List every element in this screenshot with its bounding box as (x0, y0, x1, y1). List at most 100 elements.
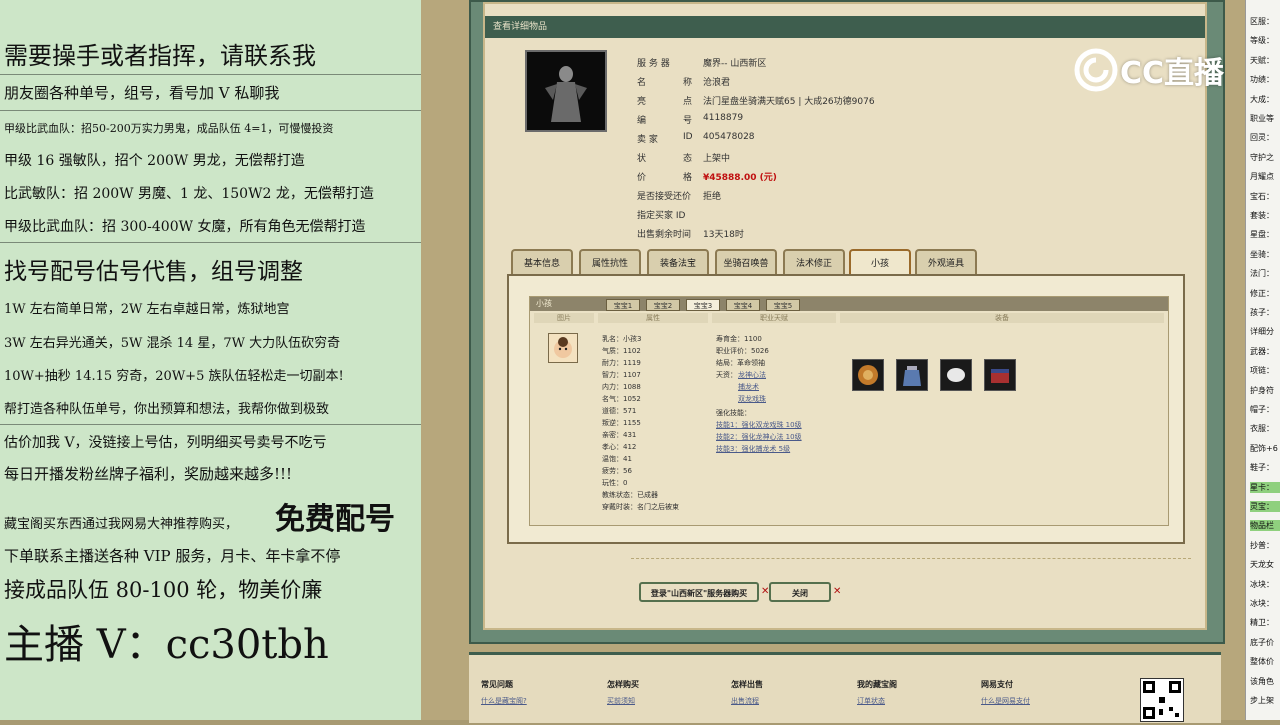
info-value: 4118879 (703, 113, 744, 123)
info-label2: 号 (683, 116, 693, 126)
stat-line: 温饱：41 (602, 455, 632, 463)
info-label2: 称 (683, 78, 693, 88)
side-panel-item: 守护之 (1250, 152, 1274, 162)
footer-column: 常见问题 什么是藏宝阁? (481, 679, 527, 706)
overlay-line: 甲级 16 强敏队，招个 200W 男龙，无偿帮打造 (4, 153, 305, 169)
subtab-baby3[interactable]: 宝宝3 (686, 299, 720, 311)
tab-mounts-pets[interactable]: 坐骑召唤兽 (715, 249, 777, 275)
tab-spell-mods[interactable]: 法术修正 (783, 249, 845, 275)
column-header-equipment: 装备 (840, 313, 1164, 323)
cc-logo-icon (1074, 48, 1118, 92)
tab-appearance[interactable]: 外观道具 (915, 249, 977, 275)
side-panel-item: 灵宝： (1250, 501, 1280, 512)
side-panel-item: 项链： (1250, 366, 1274, 376)
footer-column: 网易支付 什么是网易支付 (981, 679, 1030, 706)
footer-column: 我的藏宝阁 订单状态 (857, 679, 897, 706)
talent-link[interactable]: 双龙戏珠 (738, 395, 766, 404)
price-value: ¥45888.00 (元) (703, 173, 777, 183)
info-value: 沧浪君 (703, 78, 731, 88)
info-value: 13天18时 (703, 230, 744, 240)
column-header-image: 图片 (534, 313, 594, 323)
divider (0, 242, 421, 243)
tab-children[interactable]: 小孩 (849, 249, 911, 275)
stat-line: 疲劳：56 (602, 467, 632, 475)
info-value: 405478028 (703, 132, 755, 142)
talent-link[interactable]: 龙神心法 (738, 371, 766, 380)
skill-link[interactable]: 技能1：强化双龙戏珠 10级 (716, 421, 802, 430)
shield-equip-icon[interactable] (852, 359, 884, 391)
side-panel-item: 法门： (1250, 269, 1274, 279)
tab-attributes[interactable]: 属性抗性 (579, 249, 641, 275)
login-server-buy-button[interactable]: 登录"山西新区"服务器购买 (639, 582, 759, 602)
side-panel-item: 等级： (1250, 36, 1274, 46)
footer-link[interactable]: 什么是网易支付 (981, 696, 1030, 706)
box-equip-icon[interactable] (984, 359, 1016, 391)
footer-link[interactable]: 什么是藏宝阁? (481, 696, 527, 706)
stat-line: 智力：1107 (602, 371, 641, 379)
info-label: 价 (637, 173, 647, 183)
subtab-baby1[interactable]: 宝宝1 (606, 299, 640, 311)
skill-link[interactable]: 技能2：强化龙神心法 10级 (716, 433, 802, 442)
talent-link[interactable]: 捕龙术 (738, 383, 759, 392)
footer-heading: 怎样出售 (731, 680, 763, 689)
side-panel-item: 坐骑： (1250, 249, 1274, 259)
side-panel-item: 月耀点 (1250, 172, 1274, 182)
divider (631, 558, 1191, 559)
side-panel-item: 套装： (1250, 211, 1274, 220)
overlay-line: 接成品队伍 80-100 轮，物美价廉 (4, 578, 323, 602)
bottle-equip-icon[interactable] (896, 359, 928, 391)
side-panel-item: 职业等 (1250, 114, 1274, 123)
divider (0, 74, 421, 75)
stream-overlay-panel: 需要操手或者指挥，请联系我 朋友圈各种单号，组号，看号加 V 私聊我 甲级比武血… (0, 0, 421, 720)
footer-heading: 怎样购买 (607, 680, 639, 689)
side-panel-item: 底子价 (1250, 637, 1274, 647)
side-panel-item: 天龙女 (1250, 560, 1274, 570)
skill-link[interactable]: 技能3：强化捕龙术 5级 (716, 445, 790, 454)
column-header-career: 职业天赋 (712, 313, 836, 323)
info-label2: ID (683, 132, 693, 142)
info-label: 亮 (637, 97, 647, 107)
footer-column: 怎样购买 买前须知 (607, 679, 639, 706)
career-line: 寿育金：1100 (716, 335, 762, 343)
info-value: 拒绝 (703, 192, 722, 202)
info-label: 服 务 器 (637, 59, 670, 69)
side-panel-item: 该角色 (1250, 676, 1274, 686)
overlay-line: 甲级比武血队：招50-200万实力男鬼，成品队伍 4=1，可慢慢投资 (4, 122, 334, 135)
stat-line: 内力：1088 (602, 383, 641, 391)
footer-link[interactable]: 买前须知 (607, 696, 639, 706)
side-panel-item: 冰块： (1250, 599, 1274, 608)
info-label: 名 (637, 78, 647, 88)
info-label2: 态 (683, 154, 693, 164)
notes-side-panel: 区服： 等级： 天赋： 功绩： 大成： 职业等 回灵： 守护之 月耀点 宝石： 套装： 星盘： 坐骑： 法… (1245, 0, 1280, 720)
logo-text: CC直播 (1120, 56, 1225, 91)
side-panel-item: 天赋： (1250, 55, 1274, 65)
subtab-baby5[interactable]: 宝宝5 (766, 299, 800, 311)
close-button[interactable]: 关闭 (769, 582, 831, 602)
side-panel-item: 帽子： (1250, 405, 1274, 414)
orb-equip-icon[interactable] (940, 359, 972, 391)
dialog-frame: 查看详细物品 服 务 器 魔界-- 山西新区 名 称 沧浪君 亮 点 法门星盘坐… (469, 0, 1225, 644)
side-panel-item: 详细分 (1250, 327, 1274, 337)
overlay-line: 1W 左右简单日常，2W 左右卓越日常，炼狱地宫 (4, 302, 290, 317)
side-panel-item: 物品栏 (1250, 520, 1280, 532)
overlay-line: 估价加我 V，没链接上号估，列明细买号卖号不吃亏 (4, 435, 327, 451)
info-label: 编 (637, 116, 647, 126)
overlay-highlight: 免费配号 (275, 502, 395, 537)
footer-link[interactable]: 出售流程 (731, 696, 763, 706)
stat-line: 耐力：1119 (602, 359, 641, 367)
tab-equipment[interactable]: 装备法宝 (647, 249, 709, 275)
overlay-line: 下单联系主播送各种 VIP 服务，月卡、年卡拿不停 (4, 547, 341, 565)
divider (0, 110, 421, 111)
subtab-baby4[interactable]: 宝宝4 (726, 299, 760, 311)
character-portrait (525, 50, 607, 132)
subtab-baby2[interactable]: 宝宝2 (646, 299, 680, 311)
cc-live-logo: CC直播 (1072, 44, 1224, 96)
child-attributes-list: 乳名：小孩3 气质：1102 耐力：1119 智力：1107 内力：1088 名… (602, 335, 708, 525)
side-panel-item: 宝石： (1250, 191, 1274, 201)
tab-basic-info[interactable]: 基本信息 (511, 249, 573, 275)
info-label: 是否接受还价 (637, 192, 692, 202)
footer-column: 怎样出售 出售流程 (731, 679, 763, 706)
skill-label: 强化技能： (716, 409, 751, 417)
overlay-line: 比武敏队：招 200W 男魔、1 龙、150W2 龙，无偿帮打造 (4, 186, 374, 202)
footer-link[interactable]: 订单状态 (857, 696, 897, 706)
